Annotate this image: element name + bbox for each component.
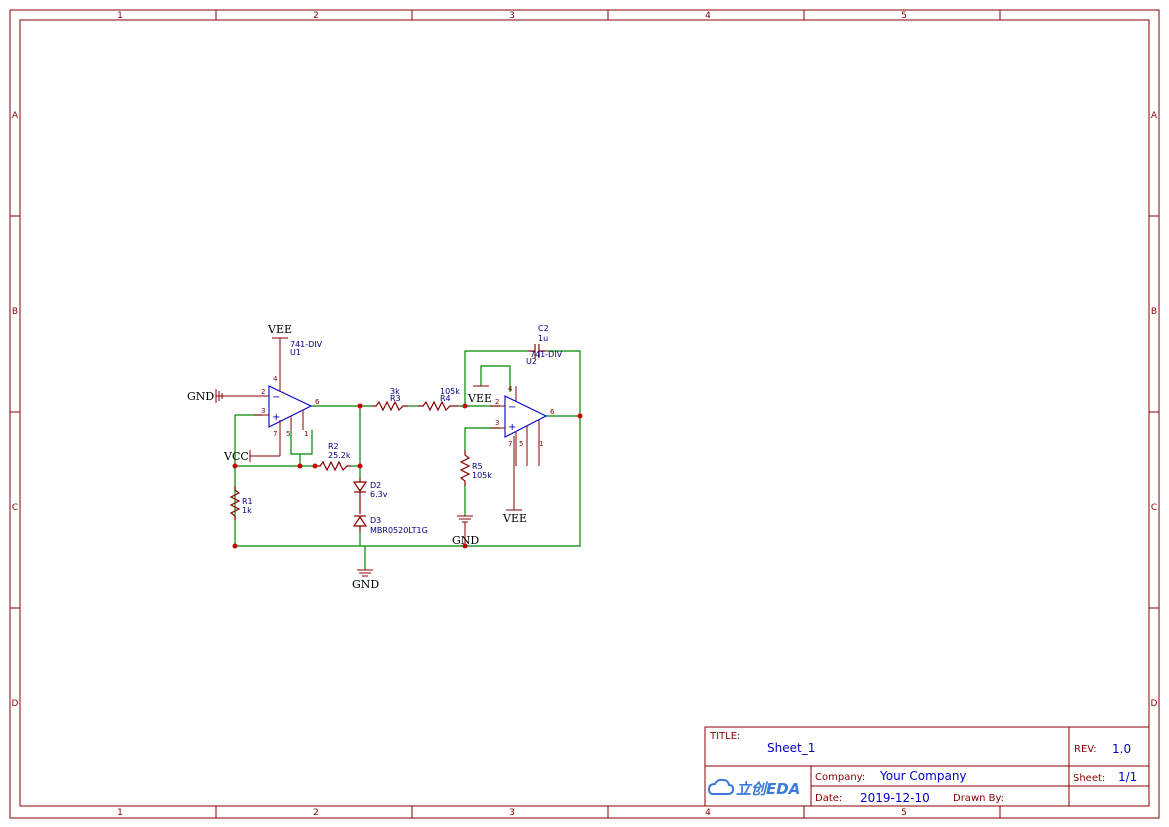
zone-col-1-bottom: 1 — [117, 808, 123, 818]
u1-pin-6: 6 — [315, 398, 320, 406]
zone-row-b-left: B — [12, 307, 18, 317]
r4-resistor: 105k R4 — [418, 387, 460, 412]
zone-row-c-left: C — [12, 503, 18, 513]
u2-opamp: − + 2 3 4 5 6 7 1 741-DIV U2 — [490, 350, 563, 510]
vcc-symbol: VCC — [223, 450, 280, 463]
r3-resistor: 3k R3 — [372, 387, 408, 412]
r5-ref: R5 — [472, 462, 483, 471]
zone-col-5-top: 5 — [901, 11, 907, 21]
rev-value: 1.0 — [1112, 742, 1131, 756]
drawn-by-label: Drawn By: — [953, 793, 1004, 804]
r1-value: 1k — [242, 506, 252, 515]
r5-resistor: R5 105k — [459, 450, 492, 486]
sheet-label: Sheet: — [1073, 773, 1105, 784]
wires — [234, 350, 581, 570]
d2-value: 6.3v — [370, 490, 388, 499]
zone-col-3-bottom: 3 — [509, 808, 515, 818]
vcc-label: VCC — [223, 450, 249, 463]
zone-row-d-left: D — [12, 699, 19, 709]
sheet-title: Sheet_1 — [767, 741, 815, 755]
date-label: Date: — [815, 793, 842, 804]
u2-pin-2: 2 — [495, 398, 499, 406]
u2-pin-6: 6 — [550, 408, 555, 416]
title-label: TITLE: — [709, 731, 740, 742]
date-value: 2019-12-10 — [860, 791, 930, 805]
u2-pin-3: 3 — [495, 419, 499, 427]
rev-label: REV: — [1074, 744, 1097, 755]
zone-row-a-right: A — [1151, 111, 1158, 121]
zone-row-a-left: A — [12, 111, 19, 121]
u1-pin-2: 2 — [261, 388, 265, 396]
zone-col-5-bottom: 5 — [901, 808, 907, 818]
zone-row-b-right: B — [1151, 307, 1157, 317]
d3-diode: D3 MBR0520LT1G — [352, 515, 428, 535]
u2-pin-1: 1 — [539, 440, 543, 448]
u1-pin-1: 1 — [304, 430, 308, 438]
d3-value: MBR0520LT1G — [370, 526, 428, 535]
u1-pin-5: 5 — [286, 430, 290, 438]
r2-value: 25.2k — [328, 451, 351, 460]
u1-input-gnd-symbol: GND — [187, 389, 254, 403]
company-label: Company: — [815, 772, 865, 783]
u2-minus-sign: − — [508, 402, 516, 413]
c2-value: 1u — [538, 334, 548, 343]
sheet-frame: 1 2 3 4 5 1 2 3 4 5 A B C D A B C D — [9, 9, 1160, 819]
u1-plus-sign: + — [272, 412, 280, 423]
zone-col-1-top: 1 — [117, 11, 123, 21]
r2-ref: R2 — [328, 442, 339, 451]
u1-vee-label: VEE — [267, 323, 292, 336]
title-block: TITLE: Sheet_1 REV: 1.0 Company: Your Co… — [704, 726, 1150, 807]
u1-ref: U1 — [290, 348, 301, 357]
zone-col-2-bottom: 2 — [313, 808, 319, 818]
r2-resistor: R2 25.2k — [315, 442, 351, 472]
company-value: Your Company — [879, 769, 967, 783]
r5-value: 105k — [472, 471, 492, 480]
zone-col-4-top: 4 — [705, 11, 711, 21]
diode-gnd-symbol: GND — [352, 569, 379, 591]
zone-col-2-top: 2 — [313, 11, 319, 21]
schematic-sheet: 1 2 3 4 5 1 2 3 4 5 A B C D A B C D − + … — [9, 9, 1160, 819]
r1-resistor: R1 1k — [229, 486, 253, 520]
u2-pin-7: 7 — [508, 440, 512, 448]
logo-text: 立创EDA — [736, 780, 800, 798]
zone-row-d-right: D — [1151, 699, 1158, 709]
u1-vee-symbol: VEE — [267, 323, 292, 339]
diode-gnd-label: GND — [352, 578, 379, 591]
u2-vee-top-symbol: VEE — [467, 385, 492, 405]
r3-ref: R3 — [390, 394, 401, 403]
d2-ref: D2 — [370, 481, 381, 490]
u1-minus-sign: − — [272, 392, 280, 403]
r5-gnd-symbol: GND — [452, 515, 479, 547]
u2-pin-5: 5 — [519, 440, 523, 448]
c2-ref: C2 — [538, 324, 549, 333]
u2-vee-bottom-label: VEE — [502, 512, 527, 525]
u1-pin-7: 7 — [273, 430, 277, 438]
easyeda-logo: 立创EDA — [707, 778, 800, 798]
cloud-icon — [707, 778, 735, 795]
u2-pin-4: 4 — [508, 385, 513, 393]
r1-ref: R1 — [242, 497, 253, 506]
zone-row-c-right: C — [1151, 503, 1157, 513]
u2-ref: U2 — [526, 357, 537, 366]
u1-pin-4: 4 — [273, 375, 278, 383]
zone-col-3-top: 3 — [509, 11, 515, 21]
zone-col-4-bottom: 4 — [705, 808, 711, 818]
u2-plus-sign: + — [508, 422, 516, 433]
r4-ref: R4 — [440, 394, 451, 403]
u1-pin-3: 3 — [261, 407, 265, 415]
d3-ref: D3 — [370, 516, 381, 525]
sheet-value: 1/1 — [1118, 770, 1137, 784]
u2-vee-bottom-symbol: VEE — [502, 509, 527, 525]
u2-vee-top-label: VEE — [467, 392, 492, 405]
d2-diode: D2 6.3v — [352, 478, 388, 514]
u1-gnd-label: GND — [187, 390, 214, 403]
